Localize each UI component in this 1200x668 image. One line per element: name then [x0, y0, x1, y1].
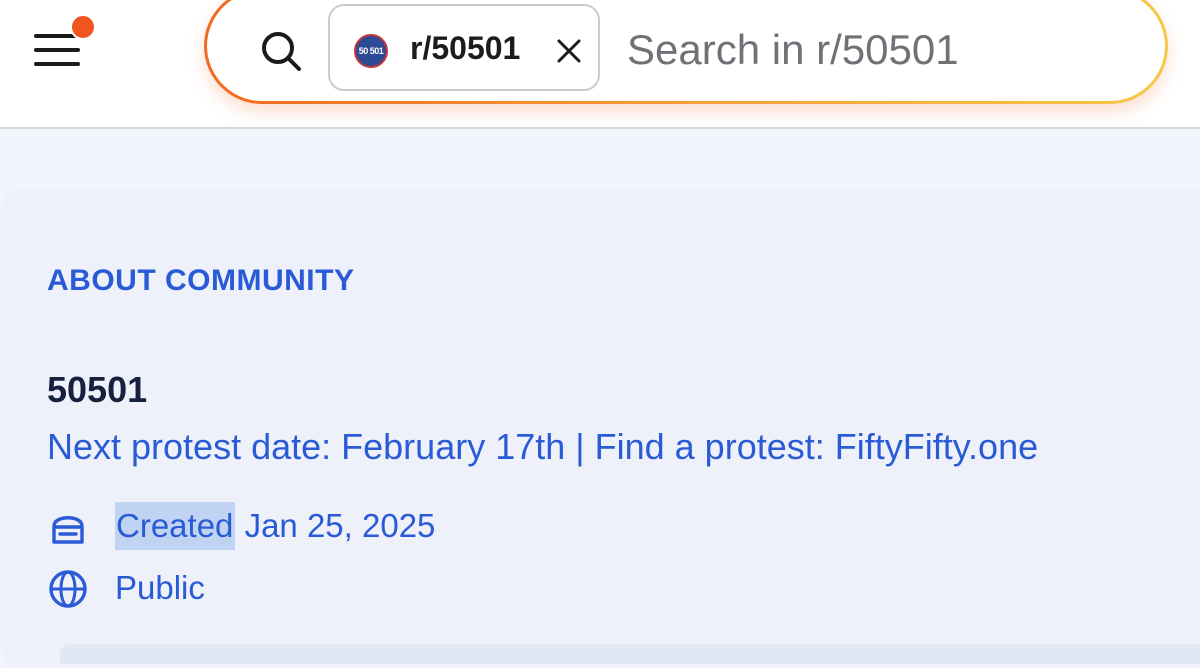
created-label: Created — [115, 502, 236, 550]
next-card-edge — [60, 644, 1200, 664]
hamburger-icon-bottom-bar — [34, 62, 80, 66]
top-bar: 50 501 r/50501 — [0, 0, 1200, 129]
hamburger-icon-middle-bar — [34, 48, 80, 52]
search-bar[interactable]: 50 501 r/50501 — [204, 0, 1168, 104]
community-avatar: 50 501 — [354, 34, 388, 68]
search-icon[interactable] — [259, 29, 303, 73]
menu-button[interactable] — [30, 14, 96, 74]
created-date: Jan 25, 2025 — [244, 507, 436, 544]
section-title: ABOUT COMMUNITY — [47, 264, 355, 297]
created-row: Created Jan 25, 2025 — [47, 500, 647, 550]
search-input[interactable] — [625, 21, 1129, 79]
community-description: Next protest date: February 17th | Find … — [47, 426, 1039, 467]
chip-label: r/50501 — [410, 30, 521, 66]
visibility-label: Public — [115, 569, 205, 606]
cake-icon — [52, 516, 84, 544]
visibility-row: Public — [47, 562, 647, 610]
globe-icon — [49, 570, 87, 608]
close-icon[interactable] — [556, 38, 582, 64]
subreddit-filter-chip[interactable]: 50 501 r/50501 — [328, 4, 600, 91]
community-name: 50501 — [47, 369, 148, 410]
notification-dot — [70, 14, 96, 40]
